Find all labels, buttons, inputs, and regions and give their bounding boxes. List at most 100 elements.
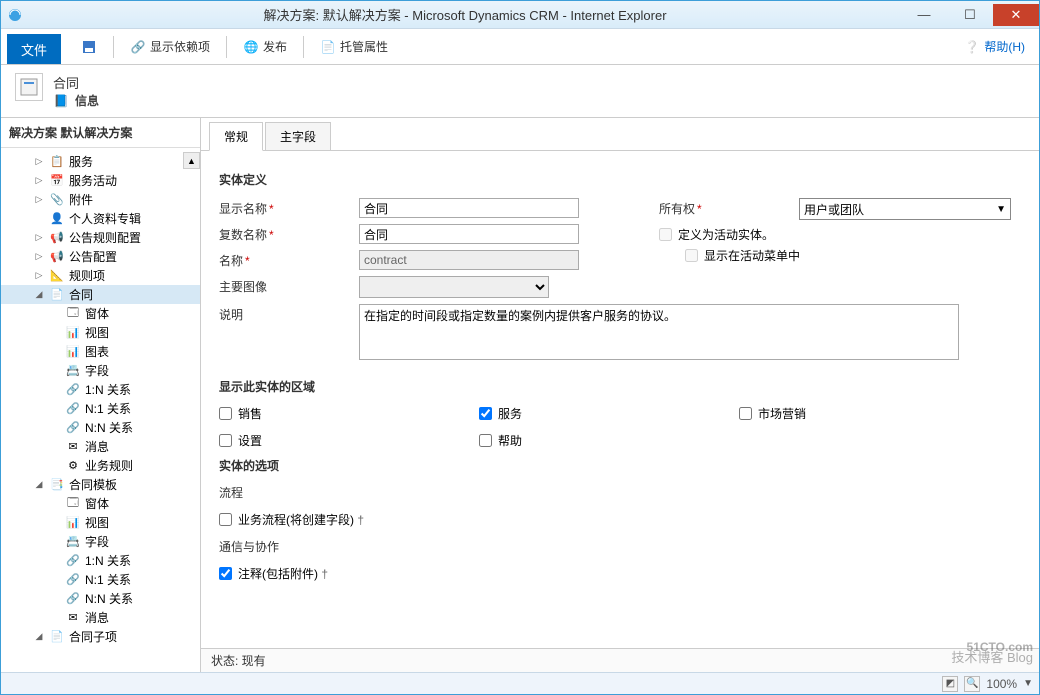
- expand-icon[interactable]: ▷: [33, 156, 45, 168]
- tree-node[interactable]: ▷ 📅服务活动: [1, 171, 200, 190]
- primary-image-select[interactable]: [359, 276, 549, 298]
- ribbon: 文件 🔗显示依赖项 🌐发布 📄托管属性 ❔帮助(H): [1, 29, 1039, 65]
- expand-icon[interactable]: [33, 213, 45, 225]
- expand-icon[interactable]: [49, 498, 61, 510]
- business-process-checkbox[interactable]: [219, 513, 232, 526]
- close-button[interactable]: ✕: [993, 4, 1039, 26]
- define-as-activity-checkbox: [659, 228, 672, 241]
- node-icon: 📅: [49, 173, 65, 189]
- tree-node[interactable]: 🗔窗体: [1, 304, 200, 323]
- expand-icon[interactable]: ◢: [33, 289, 45, 301]
- expand-icon[interactable]: [49, 612, 61, 624]
- node-label: 服务: [69, 153, 93, 170]
- tree-node[interactable]: 📇字段: [1, 361, 200, 380]
- expand-icon[interactable]: [49, 574, 61, 586]
- tree-node[interactable]: 📊视图: [1, 323, 200, 342]
- expand-icon[interactable]: [49, 384, 61, 396]
- tree-node[interactable]: 🔗N:1 关系: [1, 399, 200, 418]
- expand-icon[interactable]: ◢: [33, 631, 45, 643]
- expand-icon[interactable]: [49, 536, 61, 548]
- tree-node[interactable]: 📊图表: [1, 342, 200, 361]
- tree-node[interactable]: ▷ 📎附件: [1, 190, 200, 209]
- node-label: 图表: [85, 343, 109, 360]
- notes-checkbox[interactable]: [219, 567, 232, 580]
- tree-node[interactable]: ▷📐规则项: [1, 266, 200, 285]
- separator: [303, 36, 304, 58]
- area-service-checkbox[interactable]: [479, 407, 492, 420]
- expand-icon[interactable]: [49, 308, 61, 320]
- tree-node[interactable]: 📊视图: [1, 513, 200, 532]
- ownership-select[interactable]: 用户或团队▼: [799, 198, 1011, 220]
- description-textarea[interactable]: 在指定的时间段或指定数量的案例内提供客户服务的协议。: [359, 304, 959, 360]
- tab-general[interactable]: 常规: [209, 122, 263, 151]
- expand-icon[interactable]: [49, 593, 61, 605]
- solution-tree[interactable]: ▲ ▷📋服务▷📅服务活动▷📎附件👤个人资料专辑▷📢公告规则配置▷📢公告配置▷📐规…: [1, 148, 200, 672]
- expand-icon[interactable]: [49, 517, 61, 529]
- scroll-up-button[interactable]: ▲: [183, 152, 200, 169]
- tree-node[interactable]: 👤个人资料专辑: [1, 209, 200, 228]
- area-marketing-checkbox[interactable]: [739, 407, 752, 420]
- node-label: 附件: [69, 191, 93, 208]
- tree-node[interactable]: ◢📄合同子项: [1, 627, 200, 646]
- expand-icon[interactable]: ▷: [33, 194, 45, 206]
- window-title: 解决方案: 默认解决方案 - Microsoft Dynamics CRM - …: [29, 5, 901, 24]
- sidebar: 解决方案 默认解决方案 ▲ ▷📋服务▷📅服务活动▷📎附件👤个人资料专辑▷📢公告规…: [1, 118, 201, 672]
- expand-icon[interactable]: ▷: [33, 175, 45, 187]
- expand-icon[interactable]: [49, 441, 61, 453]
- expand-icon[interactable]: [49, 403, 61, 415]
- expand-icon[interactable]: [49, 346, 61, 358]
- file-tab[interactable]: 文件: [7, 34, 61, 64]
- expand-icon[interactable]: [49, 365, 61, 377]
- show-dependencies-button[interactable]: 🔗显示依赖项: [124, 34, 216, 59]
- node-icon: 📊: [65, 325, 81, 341]
- expand-icon[interactable]: [49, 422, 61, 434]
- label-ownership: 所有权*: [659, 198, 799, 217]
- label-define-activity: 定义为活动实体。: [678, 226, 774, 243]
- expand-icon[interactable]: ◢: [33, 479, 45, 491]
- publish-icon: 🌐: [243, 39, 259, 55]
- help-link[interactable]: ❔帮助(H): [956, 34, 1033, 59]
- expand-icon[interactable]: [49, 327, 61, 339]
- zoom-dropdown-icon[interactable]: ▼: [1023, 678, 1033, 689]
- managed-props-button[interactable]: 📄托管属性: [314, 34, 394, 59]
- tree-node[interactable]: ◢📑合同模板: [1, 475, 200, 494]
- section-process: 流程: [219, 484, 1021, 501]
- tree-node[interactable]: 🔗1:N 关系: [1, 551, 200, 570]
- tree-node[interactable]: 🔗N:N 关系: [1, 418, 200, 437]
- maximize-button[interactable]: ☐: [947, 4, 993, 26]
- expand-icon[interactable]: ▷: [33, 251, 45, 263]
- node-icon: 📎: [49, 192, 65, 208]
- tree-node[interactable]: ◢📄合同: [1, 285, 200, 304]
- expand-icon[interactable]: [49, 555, 61, 567]
- tree-node[interactable]: ▷📢公告配置: [1, 247, 200, 266]
- minimize-button[interactable]: —: [901, 4, 947, 26]
- zoom-mode-button[interactable]: ◩: [942, 676, 958, 692]
- label-plural: 复数名称*: [219, 224, 359, 243]
- save-button[interactable]: [75, 35, 103, 59]
- node-icon: 📄: [49, 287, 65, 303]
- tree-node[interactable]: 🔗N:N 关系: [1, 589, 200, 608]
- tree-node[interactable]: 🗔窗体: [1, 494, 200, 513]
- tab-primary-field[interactable]: 主字段: [265, 122, 331, 150]
- publish-button[interactable]: 🌐发布: [237, 34, 293, 59]
- tree-node[interactable]: 🔗N:1 关系: [1, 570, 200, 589]
- info-icon: 📘: [53, 93, 69, 109]
- node-icon: 🔗: [65, 401, 81, 417]
- tree-node[interactable]: ▷📢公告规则配置: [1, 228, 200, 247]
- zoom-reset-button[interactable]: 🔍: [964, 676, 980, 692]
- expand-icon[interactable]: [49, 460, 61, 472]
- tree-node[interactable]: ▷📋服务: [1, 152, 200, 171]
- tree-node[interactable]: ✉消息: [1, 608, 200, 627]
- tree-node[interactable]: 🔗1:N 关系: [1, 380, 200, 399]
- display-name-input[interactable]: [359, 198, 579, 218]
- area-settings-checkbox[interactable]: [219, 434, 232, 447]
- expand-icon[interactable]: ▷: [33, 270, 45, 282]
- expand-icon[interactable]: ▷: [33, 232, 45, 244]
- area-sales-checkbox[interactable]: [219, 407, 232, 420]
- node-label: 服务活动: [69, 172, 117, 189]
- area-help-checkbox[interactable]: [479, 434, 492, 447]
- tree-node[interactable]: ⚙业务规则: [1, 456, 200, 475]
- tree-node[interactable]: ✉消息: [1, 437, 200, 456]
- tree-node[interactable]: 📇字段: [1, 532, 200, 551]
- plural-name-input[interactable]: [359, 224, 579, 244]
